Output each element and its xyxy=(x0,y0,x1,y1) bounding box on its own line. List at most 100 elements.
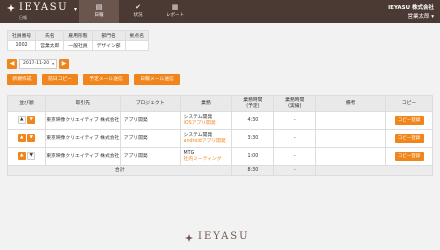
client-cell: 東京映像クリエイティブ 株式会社 xyxy=(44,111,121,130)
total-empty xyxy=(315,165,433,176)
actual-time-cell: - xyxy=(273,111,317,130)
move-up-button[interactable]: ▲ xyxy=(17,134,26,143)
order-cell: ▲ ▼ xyxy=(7,111,46,130)
move-up-button[interactable]: ▲ xyxy=(17,116,26,125)
task-cell: システム開発 iOSアプリ開発 xyxy=(179,111,233,130)
date-value: 2017-11-20 xyxy=(23,61,50,66)
top-bar: IEYASU ▾ 日報 ▤ 日報 ✔ 状況 ▦ レポート IEYASU 株式会社… xyxy=(0,0,440,23)
date-select[interactable]: 2017-11-20 ▾ xyxy=(19,59,57,69)
client-cell: 東京映像クリエイティブ 株式会社 xyxy=(44,129,121,148)
copy-register-button[interactable]: コピー登録 xyxy=(394,134,424,143)
chevron-down-icon: ▾ xyxy=(74,6,78,13)
planned-time-header: 業務時間 (予定) xyxy=(231,95,275,112)
copy-register-button[interactable]: コピー登録 xyxy=(394,152,424,161)
client-header: 取引先 xyxy=(44,95,121,112)
actual-time-sublabel: (実績) xyxy=(288,103,302,109)
order-header: 並び順 xyxy=(7,95,46,112)
chevron-down-icon: ▾ xyxy=(52,62,54,66)
employee-name: 営業太郎 xyxy=(35,40,65,51)
task-cell: システム開発 androidアプリ開発 xyxy=(179,129,233,148)
user-menu[interactable]: 営業太郎 ▾ xyxy=(407,12,434,20)
move-up-button[interactable]: ▲ xyxy=(17,152,26,161)
check-icon: ✔ xyxy=(135,3,141,11)
actual-time-header: 業務時間 (実績) xyxy=(273,95,317,112)
total-row: 合計 8:30 - xyxy=(6,165,433,176)
document-icon: ▤ xyxy=(95,3,103,11)
footer-logo-text: IEYASU xyxy=(198,231,250,242)
employment-type-header: 雇用形態 xyxy=(63,30,93,41)
office-header: 拠点名 xyxy=(124,30,150,41)
tab-label: 状況 xyxy=(133,13,143,18)
employment-type: 一般社員 xyxy=(63,40,93,51)
actual-time-cell: - xyxy=(273,147,317,166)
employee-header-row: 社員番号 氏名 雇用形態 部門名 拠点名 xyxy=(6,30,150,41)
report-icon: ▦ xyxy=(171,3,179,11)
total-actual: - xyxy=(273,165,317,176)
move-down-button[interactable]: ▼ xyxy=(27,134,36,143)
planned-time-label: 業務時間 xyxy=(243,97,263,103)
office xyxy=(124,40,150,51)
table-header-row: 並び順 取引先 プロジェクト 業務 業務時間 (予定) 業務時間 (実績) 備考… xyxy=(7,95,433,112)
order-cell: ▲ ▼ xyxy=(7,147,46,166)
client-cell: 東京映像クリエイティブ 株式会社 xyxy=(44,147,121,166)
table-row: ▲ ▼ 東京映像クリエイティブ 株式会社 アプリ開発 システム開発 iOSアプリ… xyxy=(7,111,433,130)
total-planned: 8:30 xyxy=(231,165,275,176)
employee-info-table: 社員番号 氏名 雇用形態 部門名 拠点名 1002 営業太郎 一般社員 デザイン… xyxy=(6,30,150,51)
notes-cell xyxy=(315,147,387,166)
total-label: 合計 xyxy=(6,165,233,176)
task-detail: androidアプリ開発 xyxy=(183,138,226,144)
move-down-button[interactable]: ▼ xyxy=(27,152,36,161)
employee-name-header: 氏名 xyxy=(35,30,65,41)
task-cell: MTG 社内ミーティング xyxy=(179,147,233,166)
task-name: MTG xyxy=(183,150,195,156)
send-daily-mail-button[interactable]: 日報メール送信 xyxy=(134,74,180,85)
tab-daily-report[interactable]: ▤ 日報 xyxy=(79,0,119,23)
task-detail: 社内ミーティング xyxy=(183,156,222,162)
actual-time-cell: - xyxy=(273,129,317,148)
tab-report[interactable]: ▦ レポート xyxy=(155,0,195,23)
notes-header: 備考 xyxy=(315,95,387,112)
project-header: プロジェクト xyxy=(119,95,181,112)
planned-time-cell: 3:30 xyxy=(231,129,275,148)
task-name: システム開発 xyxy=(183,132,213,138)
department-header: 部門名 xyxy=(91,30,126,41)
planned-time-sublabel: (予定) xyxy=(246,103,260,109)
copy-previous-day-button[interactable]: 前日コピー xyxy=(42,74,78,85)
copy-register-button[interactable]: コピー登録 xyxy=(394,116,424,125)
order-cell: ▲ ▼ xyxy=(7,129,46,148)
planned-time-cell: 4:30 xyxy=(231,111,275,130)
project-cell: アプリ開発 xyxy=(119,147,181,166)
send-plan-mail-button[interactable]: 予定メール送信 xyxy=(83,74,129,85)
tab-label: 日報 xyxy=(94,13,104,18)
copy-cell: コピー登録 xyxy=(385,111,433,130)
actual-time-label: 業務時間 xyxy=(285,97,305,103)
notes-cell xyxy=(315,129,387,148)
new-entry-button[interactable]: 新規作成 xyxy=(7,74,37,85)
task-detail: iOSアプリ開発 xyxy=(183,120,216,126)
employee-number: 1002 xyxy=(6,40,37,51)
table-row: ▲ ▼ 東京映像クリエイティブ 株式会社 アプリ開発 システム開発 androi… xyxy=(7,129,433,148)
planned-time-cell: 1:00 xyxy=(231,147,275,166)
next-day-button[interactable]: ▶ xyxy=(59,59,69,69)
logo-subtitle: 日報 xyxy=(19,15,27,20)
employee-number-header: 社員番号 xyxy=(6,30,37,41)
prev-day-button[interactable]: ◀ xyxy=(7,59,17,69)
copy-cell: コピー登録 xyxy=(385,129,433,148)
project-cell: アプリ開発 xyxy=(119,129,181,148)
notes-cell xyxy=(315,111,387,130)
ieyasu-logo-icon xyxy=(185,234,193,242)
app-logo[interactable]: IEYASU ▾ 日報 xyxy=(6,2,78,21)
tab-label: レポート xyxy=(166,13,184,18)
tab-status[interactable]: ✔ 状況 xyxy=(118,0,158,23)
task-name: システム開発 xyxy=(183,114,213,120)
logo-text: IEYASU xyxy=(19,2,69,13)
task-header: 業務 xyxy=(179,95,233,112)
project-cell: アプリ開発 xyxy=(119,111,181,130)
copy-header: コピー xyxy=(385,95,433,112)
copy-cell: コピー登録 xyxy=(385,147,433,166)
move-down-button[interactable]: ▼ xyxy=(27,116,36,125)
employee-value-row: 1002 営業太郎 一般社員 デザイン部 xyxy=(6,40,150,51)
daily-report-table: 並び順 取引先 プロジェクト 業務 業務時間 (予定) 業務時間 (実績) 備考… xyxy=(6,95,433,176)
footer-logo: IEYASU xyxy=(184,231,264,244)
company-name: IEYASU 株式会社 xyxy=(388,5,434,11)
